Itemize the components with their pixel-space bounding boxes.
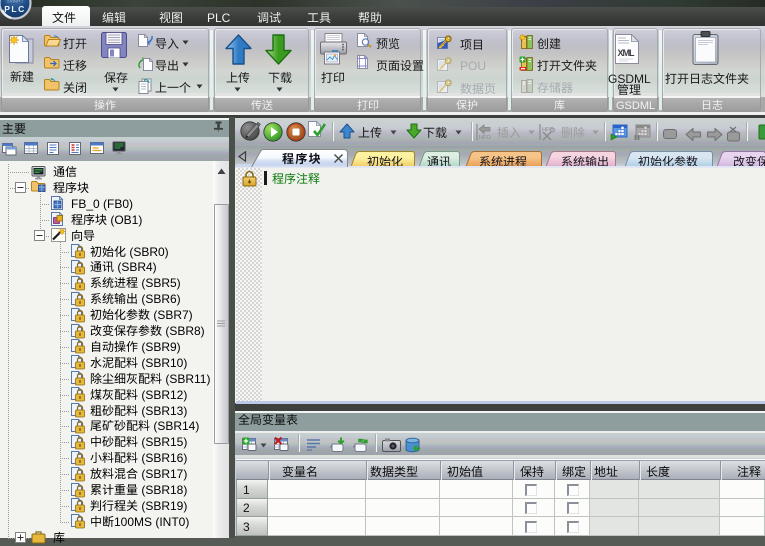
svg-text:(SBR11): (SBR11)	[162, 372, 210, 386]
svg-text:(SBR19): (SBR19)	[138, 499, 187, 513]
svg-text:100MS (INT0): 100MS (INT0)	[114, 515, 189, 529]
svg-text:PLC: PLC	[4, 4, 26, 14]
svg-text:GSDML: GSDML	[616, 100, 655, 112]
svg-text:(SBR0): (SBR0)	[126, 245, 169, 259]
svg-text:(SBR18): (SBR18)	[138, 483, 187, 497]
svg-text:(SBR6): (SBR6)	[138, 292, 181, 306]
svg-text:(SBR8): (SBR8)	[162, 324, 205, 338]
svg-text:(SBR13): (SBR13)	[138, 404, 187, 418]
svg-text:(SBR4): (SBR4)	[114, 260, 157, 274]
svg-text:(SBR14): (SBR14)	[150, 419, 199, 433]
svg-text:(SBR10): (SBR10)	[138, 356, 187, 370]
svg-text:(SBR15): (SBR15)	[138, 435, 187, 449]
svg-text:(OB1): (OB1)	[107, 213, 142, 227]
svg-text:HFO: HFO	[479, 135, 491, 141]
svg-text:(SBR16): (SBR16)	[138, 451, 187, 465]
svg-text:(SBR5): (SBR5)	[138, 276, 181, 290]
svg-text:(SBR17): (SBR17)	[138, 467, 187, 481]
svg-text:XML: XML	[618, 48, 636, 58]
svg-text:(SBR12): (SBR12)	[138, 388, 187, 402]
svg-text:FB_0 (FB0): FB_0 (FB0)	[71, 197, 133, 211]
svg-text:(SBR7): (SBR7)	[150, 308, 193, 322]
svg-text:(SBR9): (SBR9)	[138, 340, 181, 354]
